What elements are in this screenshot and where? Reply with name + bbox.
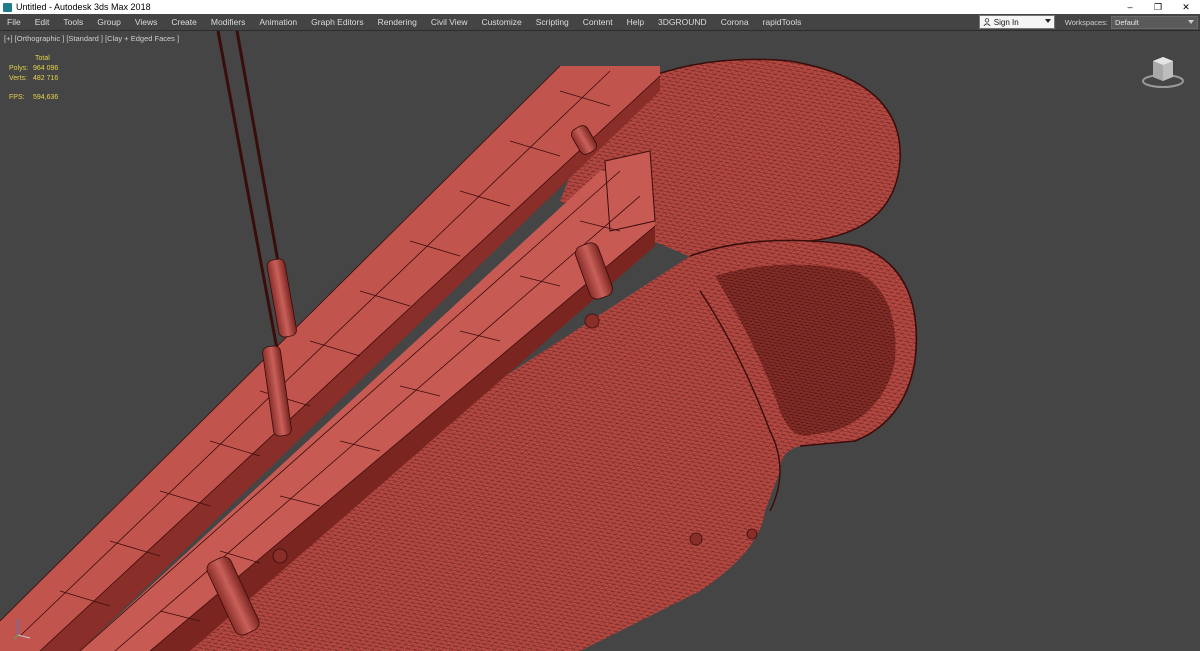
menu-content[interactable]: Content [576, 17, 620, 27]
menu-group[interactable]: Group [90, 17, 128, 27]
sign-in-dropdown[interactable]: Sign In [978, 15, 1055, 29]
stats-polys-value: 964 096 [33, 65, 59, 72]
stats-polys-row: Polys: 964 096 [9, 64, 58, 74]
viewport-label[interactable]: [+] [Orthographic ] [Standard ] [Clay + … [4, 34, 179, 43]
stats-verts-value: 482 716 [33, 75, 59, 82]
menu-right-controls: Sign In Workspaces: Default [978, 14, 1200, 30]
close-button[interactable]: ✕ [1172, 0, 1200, 14]
workspaces-select[interactable]: Default [1111, 15, 1198, 29]
menu-tools[interactable]: Tools [56, 17, 90, 27]
title-bar: Untitled - Autodesk 3ds Max 2018 – ❐ ✕ [0, 0, 1200, 14]
viewcube-icon[interactable] [1140, 51, 1186, 91]
stats-fps-label: FPS: [9, 94, 25, 101]
axis-tripod-icon [13, 619, 31, 640]
menu-civil-view[interactable]: Civil View [424, 17, 475, 27]
stats-verts-label: Verts: [9, 75, 27, 82]
app-icon [3, 2, 12, 12]
viewport-perspective[interactable]: [+] [Orthographic ] [Standard ] [Clay + … [0, 30, 1200, 651]
user-icon [983, 18, 991, 26]
chevron-down-icon [1188, 19, 1194, 24]
menu-create[interactable]: Create [164, 17, 204, 27]
window-title: Untitled - Autodesk 3ds Max 2018 [16, 2, 151, 12]
menu-customize[interactable]: Customize [475, 17, 529, 27]
workspaces-label: Workspaces: [1064, 17, 1108, 27]
stats-fps-value: 594,636 [33, 94, 59, 101]
menu-modifiers[interactable]: Modifiers [204, 17, 252, 27]
sign-in-label: Sign In [993, 17, 1019, 27]
menu-bar: File Edit Tools Group Views Create Modif… [0, 14, 1200, 30]
restore-button[interactable]: ❐ [1144, 0, 1172, 14]
menu-help[interactable]: Help [620, 17, 651, 27]
workspaces-value: Default [1115, 17, 1139, 27]
stats-fps-row: FPS: 594,636 [9, 93, 58, 103]
scene-render [0, 31, 918, 651]
menu-views[interactable]: Views [128, 17, 165, 27]
minimize-button[interactable]: – [1116, 0, 1144, 14]
viewport-statistics: Total Polys: 964 096 Verts: 482 716 FPS:… [9, 54, 58, 103]
menu-file[interactable]: File [0, 17, 28, 27]
menu-corona[interactable]: Corona [714, 17, 756, 27]
menu-3dground[interactable]: 3DGROUND [651, 17, 714, 27]
menu-rendering[interactable]: Rendering [371, 17, 424, 27]
menu-animation[interactable]: Animation [252, 17, 304, 27]
stats-total-header: Total [35, 55, 50, 62]
chevron-down-icon [1044, 19, 1051, 23]
menu-graph-editors[interactable]: Graph Editors [304, 17, 370, 27]
stats-polys-label: Polys: [9, 65, 29, 72]
menu-scripting[interactable]: Scripting [529, 17, 576, 27]
menu-rapidtools[interactable]: rapidTools [756, 17, 809, 27]
menu-edit[interactable]: Edit [28, 17, 57, 27]
window-controls: – ❐ ✕ [1116, 0, 1200, 14]
stats-verts-row: Verts: 482 716 [9, 74, 58, 84]
